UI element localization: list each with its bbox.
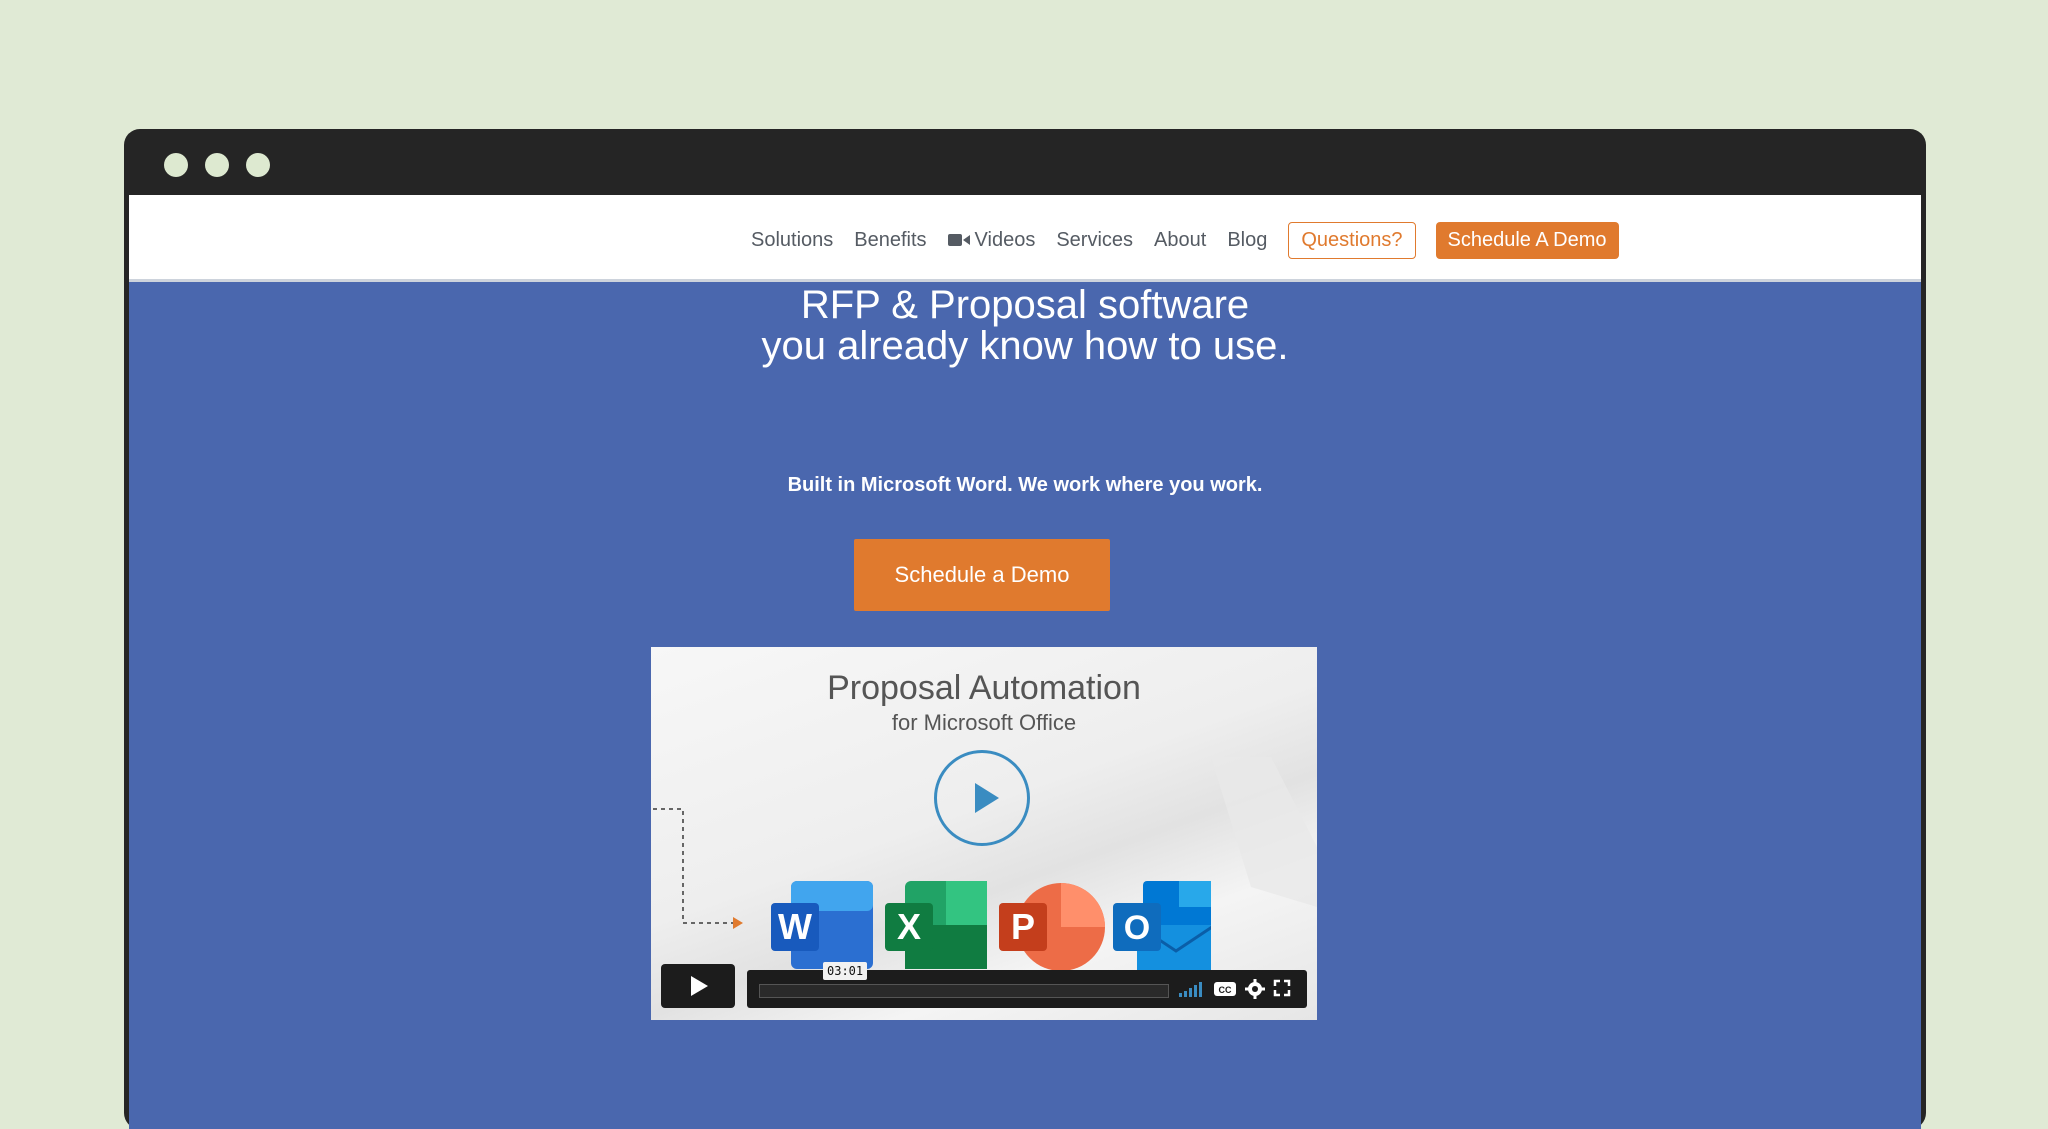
browser-window: Solutions Benefits Videos Services About… xyxy=(124,129,1926,1129)
nav-about[interactable]: About xyxy=(1154,229,1206,252)
svg-text:W: W xyxy=(778,906,812,947)
time-indicator: 03:01 xyxy=(823,962,868,980)
fullscreen-icon[interactable] xyxy=(1273,979,1291,997)
nav-solutions[interactable]: Solutions xyxy=(751,229,833,252)
outlook-icon: O xyxy=(1113,881,1211,971)
nav-videos[interactable]: Videos xyxy=(947,228,1036,252)
nav-blog[interactable]: Blog xyxy=(1227,229,1267,252)
svg-text:P: P xyxy=(1011,906,1035,947)
excel-icon: X xyxy=(885,881,987,969)
hero-title-line-2: you already know how to use. xyxy=(761,324,1289,368)
video-subtitle: for Microsoft Office xyxy=(891,710,1077,735)
nav-videos-label: Videos xyxy=(974,228,1036,251)
site-header: Solutions Benefits Videos Services About… xyxy=(129,195,1921,282)
nav-benefits[interactable]: Benefits xyxy=(854,229,926,252)
svg-text:CC: CC xyxy=(1219,985,1232,995)
window-close-dot[interactable] xyxy=(164,153,188,177)
main-nav: Solutions Benefits Videos Services About… xyxy=(751,221,1619,259)
video-controls: 03:01 CC xyxy=(661,960,1307,1008)
svg-text:O: O xyxy=(1124,909,1150,947)
play-icon xyxy=(975,783,999,813)
hero-subtitle: Built in Microsoft Word. We work where y… xyxy=(787,474,1263,496)
schedule-demo-nav-button[interactable]: Schedule A Demo xyxy=(1435,221,1619,259)
play-icon xyxy=(691,976,708,996)
video-play-button[interactable] xyxy=(934,750,1030,846)
control-bar: 03:01 CC xyxy=(747,962,1307,1008)
powerpoint-icon: P xyxy=(999,883,1105,971)
questions-button[interactable]: Questions? xyxy=(1288,221,1416,259)
window-minimize-dot[interactable] xyxy=(205,153,229,177)
hero-title-line-1: RFP & Proposal software xyxy=(800,283,1250,327)
window-maximize-dot[interactable] xyxy=(246,153,270,177)
hero-title: RFP & Proposal software you already know… xyxy=(129,285,1921,367)
nav-services[interactable]: Services xyxy=(1056,229,1133,252)
svg-text:X: X xyxy=(897,906,921,947)
video-player[interactable]: Proposal Automation for Microsoft Office… xyxy=(651,647,1317,1020)
volume-icon[interactable] xyxy=(1177,979,1205,999)
video-camera-icon xyxy=(947,234,970,246)
schedule-demo-button[interactable]: Schedule a Demo xyxy=(854,539,1110,611)
word-icon: W xyxy=(771,881,873,969)
page-viewport: Solutions Benefits Videos Services About… xyxy=(129,195,1921,1129)
control-play-button[interactable] xyxy=(661,964,735,1008)
closed-captions-icon[interactable]: CC xyxy=(1213,979,1237,999)
settings-icon[interactable] xyxy=(1245,979,1265,999)
video-title: Proposal Automation xyxy=(827,669,1141,707)
progress-bar[interactable] xyxy=(759,984,1169,998)
